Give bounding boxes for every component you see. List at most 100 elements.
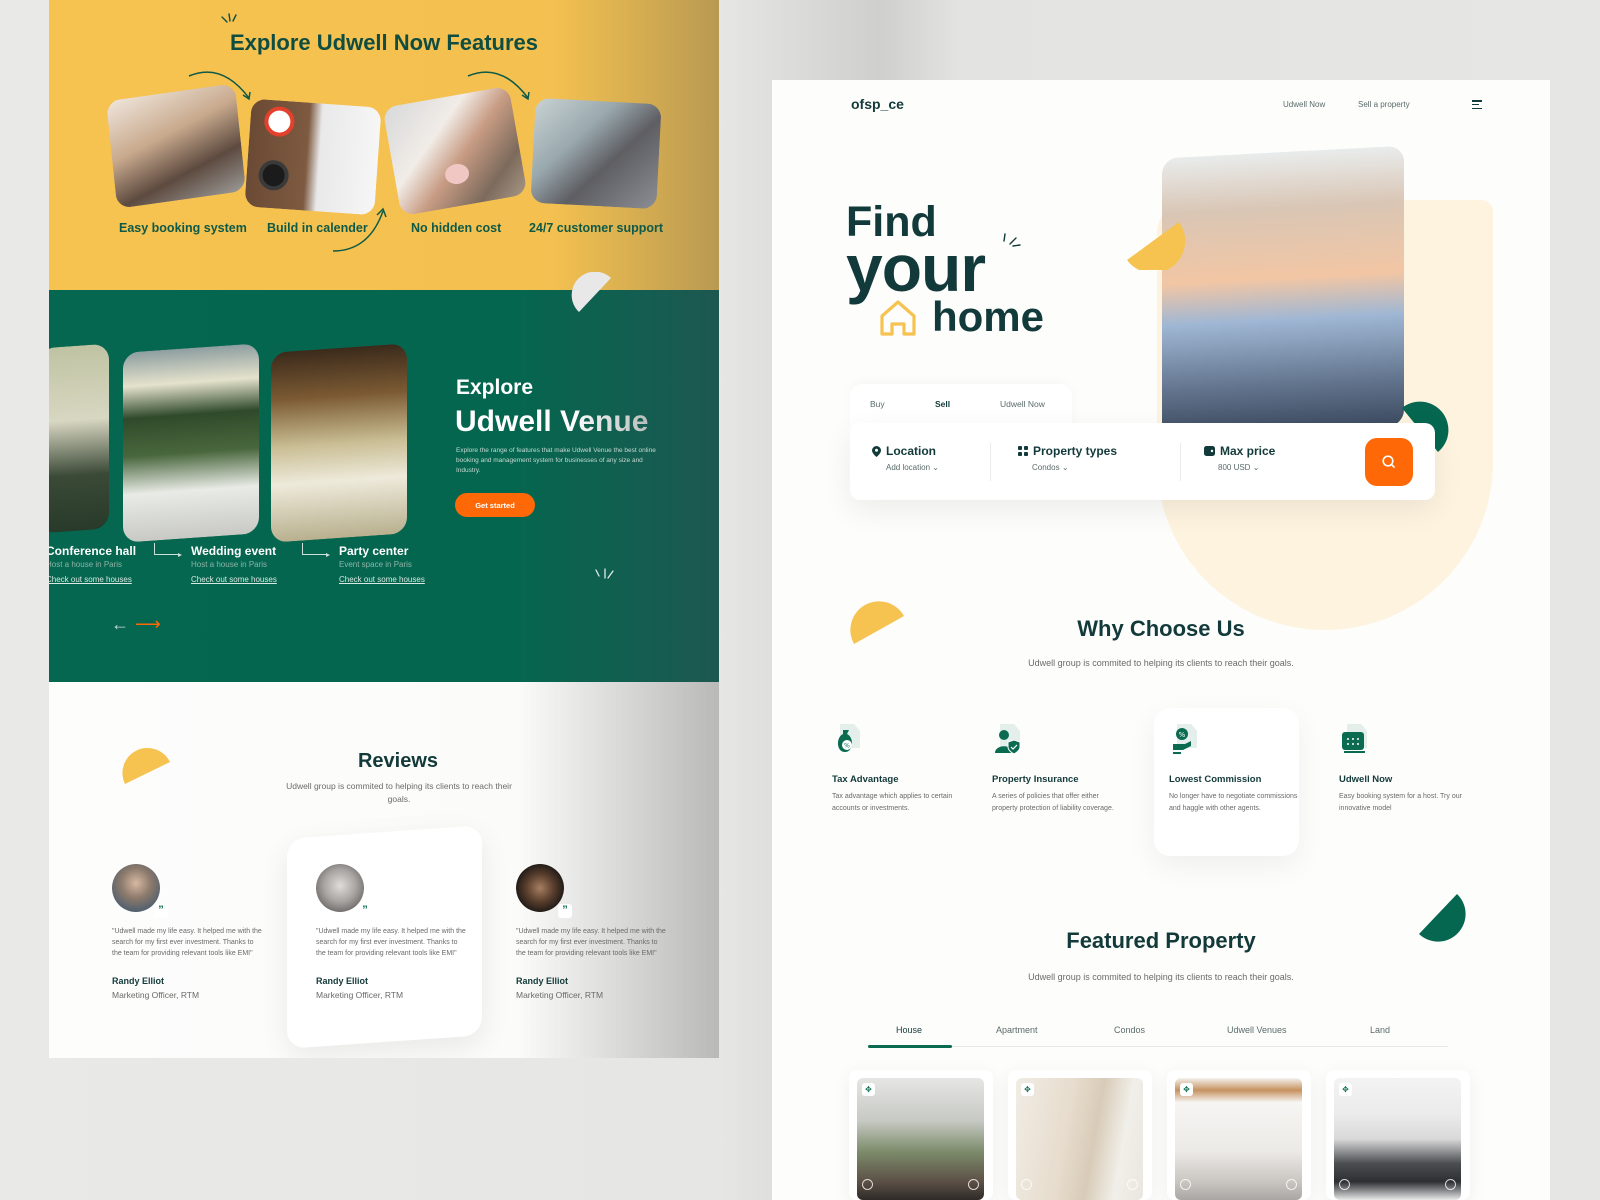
why-item-title: Lowest Commission	[1169, 774, 1262, 785]
property-image: ✥	[1016, 1078, 1143, 1200]
prev-image-icon[interactable]	[1339, 1179, 1350, 1190]
property-types-field[interactable]: Property types Condos ⌄	[1018, 444, 1117, 472]
prev-image-icon[interactable]	[1021, 1179, 1032, 1190]
venue-image-conference[interactable]	[49, 343, 109, 534]
location-field[interactable]: Location Add location ⌄	[872, 444, 939, 472]
logo[interactable]: ofsp_ce	[851, 96, 904, 112]
review-card: ” "Udwell made my life easy. It helped m…	[112, 864, 262, 1000]
property-card[interactable]: ✥	[1008, 1070, 1152, 1200]
svg-text:%: %	[1179, 731, 1186, 739]
max-price-value: 800 USD	[1218, 463, 1251, 472]
get-started-button[interactable]: Get started	[455, 493, 535, 517]
tab-sell[interactable]: Sell	[935, 399, 950, 409]
venue-explore-heading: Explore	[456, 376, 534, 399]
active-tab-indicator	[868, 1045, 952, 1048]
feature-image-cost	[382, 85, 528, 217]
menu-icon[interactable]	[1472, 100, 1482, 110]
property-types-value: Condos	[1032, 463, 1060, 472]
feature-label: 24/7 customer support	[529, 221, 664, 235]
decor-half-circle	[571, 272, 611, 312]
next-image-icon[interactable]	[968, 1179, 979, 1190]
venue-card-subtitle: Event space in Paris	[339, 560, 412, 569]
sparkle-icon	[595, 568, 614, 579]
search-bar: Location Add location ⌄ Property types C…	[850, 423, 1435, 500]
next-image-icon[interactable]	[1445, 1179, 1456, 1190]
grid-icon	[1018, 446, 1028, 456]
search-tabs: Buy Sell Udwell Now	[850, 384, 1072, 428]
review-card: ” "Udwell made my life easy. It helped m…	[516, 864, 666, 1000]
venue-card-link[interactable]: Check out some houses	[191, 575, 277, 584]
reviews-subtitle: Udwell group is commited to helping its …	[286, 781, 512, 804]
venue-image-party[interactable]	[271, 343, 407, 543]
prev-image-icon[interactable]	[1180, 1179, 1191, 1190]
nav-link-sell-property[interactable]: Sell a property	[1358, 100, 1410, 109]
tabs-divider	[868, 1046, 1448, 1047]
venue-card-link[interactable]: Check out some houses	[339, 575, 425, 584]
nav-link-udwell-now[interactable]: Udwell Now	[1283, 100, 1325, 109]
avatar: ”	[516, 864, 572, 918]
reviews-section: Reviews Udwell group is commited to help…	[49, 682, 719, 1058]
max-price-label: Max price	[1220, 444, 1276, 458]
feature-label: No hidden cost	[411, 221, 502, 235]
why-choose-subtitle: Udwell group is commited to helping its …	[1028, 658, 1294, 668]
why-item-description: No longer have to negotiate commissions …	[1169, 793, 1298, 812]
chevron-down-icon: ⌄	[1252, 463, 1260, 472]
why-item-insurance: Property Insurance A series of policies …	[992, 722, 1122, 814]
divider	[990, 443, 991, 481]
review-quote: "Udwell made my life easy. It helped me …	[112, 928, 262, 957]
house-icon	[880, 300, 916, 336]
why-item-udwell-now: Udwell Now Easy booking system for a hos…	[1339, 722, 1469, 814]
right-panel: ofsp_ce Udwell Now Sell a property Find …	[772, 80, 1550, 1200]
why-item-commission: % Lowest Commission No longer have to ne…	[1169, 722, 1299, 814]
why-item-description: Easy booking system for a host. Try our …	[1339, 793, 1462, 812]
next-image-icon[interactable]	[1286, 1179, 1297, 1190]
feature-label: Easy booking system	[119, 221, 247, 235]
next-image-icon[interactable]	[1127, 1179, 1138, 1190]
property-image: ✥	[857, 1078, 984, 1200]
why-item-tax: % Tax Advantage Tax advantage which appl…	[832, 722, 962, 814]
property-card[interactable]: ✥	[849, 1070, 993, 1200]
hand-percent-icon: %	[1169, 722, 1199, 758]
tab-udwell-now[interactable]: Udwell Now	[1000, 399, 1045, 409]
tab-house[interactable]: House	[896, 1025, 922, 1035]
why-choose-title: Why Choose Us	[1077, 616, 1245, 641]
venue-image-wedding[interactable]	[123, 343, 259, 543]
max-price-field[interactable]: Max price 800 USD ⌄	[1204, 444, 1275, 472]
featured-property-subtitle: Udwell group is commited to helping its …	[1028, 972, 1294, 982]
venue-card-subtitle: Host a house in Paris	[191, 560, 268, 569]
svg-text:%: %	[844, 743, 850, 750]
tab-udwell-venues[interactable]: Udwell Venues	[1227, 1025, 1287, 1035]
features-title: Explore Udwell Now Features	[229, 30, 539, 55]
prev-arrow-button[interactable]: ←	[111, 614, 129, 635]
search-button[interactable]	[1365, 438, 1413, 486]
tab-condos[interactable]: Condos	[1114, 1025, 1145, 1035]
location-pin-icon	[872, 445, 881, 457]
venue-title: Udwell Venue	[455, 405, 649, 438]
quote-icon: ”	[154, 904, 168, 918]
location-label: Location	[886, 444, 936, 458]
connector-arrow	[302, 543, 330, 557]
features-section: Explore Udwell Now Features Easy booking…	[49, 0, 719, 290]
tab-buy[interactable]: Buy	[870, 399, 885, 409]
avatar: ”	[112, 864, 168, 918]
property-card[interactable]: ✥	[1326, 1070, 1470, 1200]
tab-land[interactable]: Land	[1370, 1025, 1390, 1035]
tab-apartment[interactable]: Apartment	[996, 1025, 1038, 1035]
chevron-down-icon: ⌄	[1061, 463, 1069, 472]
venue-card-link[interactable]: Check out some houses	[49, 575, 132, 584]
feature-image-calendar	[244, 98, 382, 216]
quote-icon: ”	[558, 904, 572, 918]
hero-image	[1162, 145, 1404, 439]
reviewer-name: Randy Elliot	[516, 976, 569, 986]
property-image: ✥	[1175, 1078, 1302, 1200]
next-arrow-button[interactable]: ⟶	[135, 614, 161, 635]
prev-image-icon[interactable]	[862, 1179, 873, 1190]
connector-arrow	[154, 543, 182, 557]
property-card[interactable]: ✥	[1167, 1070, 1311, 1200]
review-card: ” "Udwell made my life easy. It helped m…	[316, 864, 466, 1000]
venue-description: Explore the range of features that make …	[456, 447, 656, 474]
sparkle-icon	[221, 13, 237, 23]
why-item-title: Tax Advantage	[832, 774, 899, 785]
featured-property-title: Featured Property	[1066, 928, 1256, 953]
user-shield-icon	[992, 722, 1022, 758]
